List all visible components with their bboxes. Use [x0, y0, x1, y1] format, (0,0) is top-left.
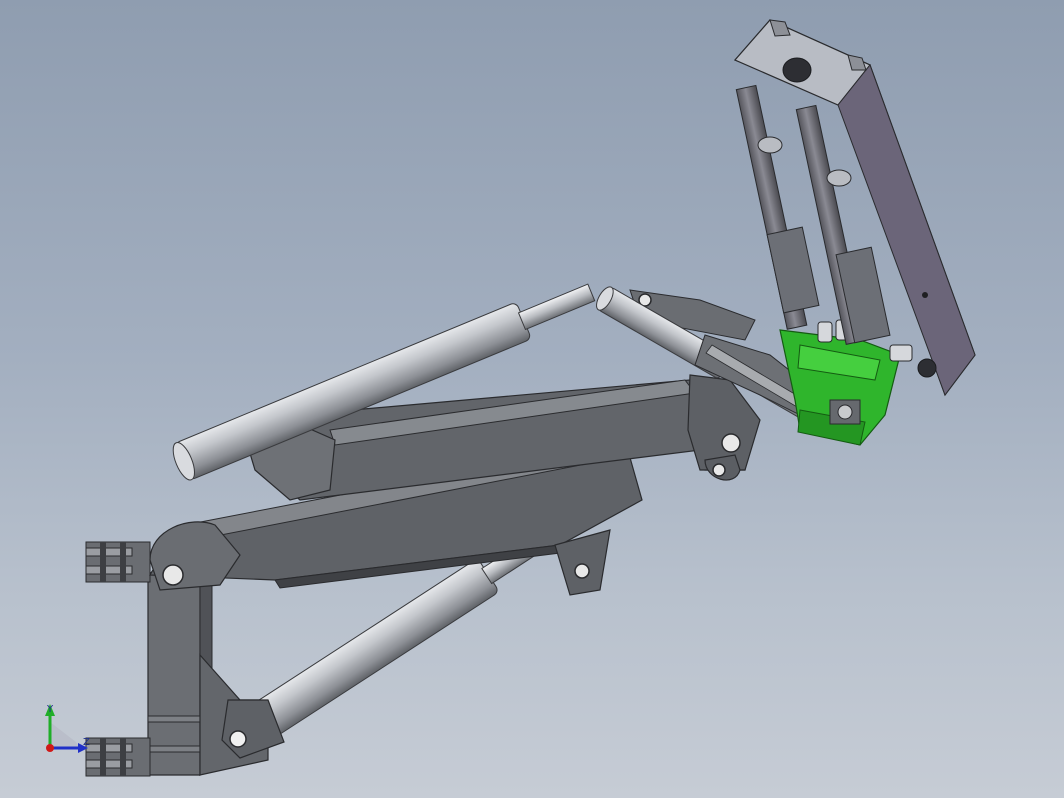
coordinate-triad: Y Z	[45, 704, 90, 753]
lower-mount-clevis[interactable]	[85, 737, 151, 777]
triad-z-label: Z	[83, 737, 90, 748]
triad-y-label: Y	[46, 704, 54, 715]
model-scene[interactable]: Y Z	[0, 0, 1064, 798]
upper-mount-clevis[interactable]	[85, 541, 151, 583]
cad-viewport[interactable]: Y Z	[0, 0, 1064, 798]
x-axis-origin-icon	[46, 744, 54, 752]
